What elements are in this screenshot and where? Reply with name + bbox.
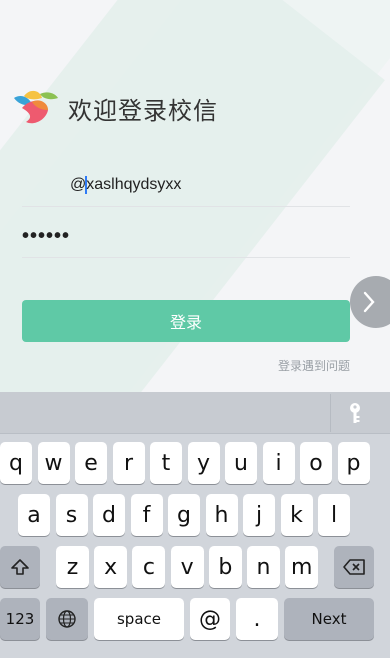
key-b[interactable]: b (208, 546, 242, 588)
numbers-key[interactable]: 123 (0, 598, 40, 640)
login-screen: 欢迎登录校信 @xaslhqydsyxx •••••• 登录 登录遇到问题 q … (0, 0, 390, 658)
backspace-icon (343, 559, 365, 575)
globe-key[interactable] (46, 598, 88, 640)
side-panel-toggle[interactable] (350, 276, 390, 328)
key-s[interactable]: s (55, 494, 88, 536)
key-g[interactable]: g (168, 494, 200, 536)
dot-key[interactable]: . (236, 598, 278, 640)
key-u[interactable]: u (225, 442, 257, 484)
key-o[interactable]: o (300, 442, 332, 484)
key-k[interactable]: k (280, 494, 313, 536)
at-key[interactable]: @ (190, 598, 230, 640)
key-icon (350, 403, 360, 423)
key-v[interactable]: v (170, 546, 204, 588)
key-m[interactable]: m (285, 546, 319, 588)
key-e[interactable]: e (75, 442, 107, 484)
backspace-key[interactable] (334, 546, 374, 588)
key-x[interactable]: x (94, 546, 128, 588)
key-q[interactable]: q (0, 442, 32, 484)
login-help-link[interactable]: 登录遇到问题 (278, 357, 350, 374)
password-autofill-button[interactable] (340, 400, 370, 426)
key-d[interactable]: d (93, 494, 125, 536)
space-key[interactable]: space (94, 598, 184, 640)
header: 欢迎登录校信 (10, 88, 218, 128)
app-logo-icon (14, 90, 58, 124)
username-field[interactable]: @xaslhqydsyxx (22, 165, 350, 207)
key-z[interactable]: z (56, 546, 89, 588)
key-t[interactable]: t (150, 442, 182, 484)
key-a[interactable]: a (18, 494, 50, 536)
on-screen-keyboard: qwertyuiop asdfghjkl zxcvbnm 123 space @… (0, 392, 390, 658)
key-j[interactable]: j (243, 494, 275, 536)
chevron-right-icon (363, 291, 375, 313)
login-button[interactable]: 登录 (22, 300, 350, 342)
toolbar-divider (330, 394, 331, 432)
key-h[interactable]: h (205, 494, 238, 536)
key-n[interactable]: n (247, 546, 280, 588)
key-r[interactable]: r (112, 442, 145, 484)
password-input[interactable]: •••••• (22, 225, 70, 248)
key-l[interactable]: l (318, 494, 350, 536)
username-input[interactable]: @xaslhqydsyxx (70, 176, 181, 195)
shift-icon (11, 559, 29, 575)
globe-icon (58, 610, 76, 628)
key-i[interactable]: i (262, 442, 295, 484)
key-w[interactable]: w (37, 442, 70, 484)
key-p[interactable]: p (337, 442, 370, 484)
shift-key[interactable] (0, 546, 40, 588)
key-y[interactable]: y (187, 442, 220, 484)
keyboard-toolbar (0, 392, 390, 434)
next-key[interactable]: Next (284, 598, 374, 640)
key-c[interactable]: c (132, 546, 166, 588)
page-title: 欢迎登录校信 (68, 96, 218, 125)
key-f[interactable]: f (130, 494, 163, 536)
password-field[interactable]: •••••• (22, 216, 350, 258)
